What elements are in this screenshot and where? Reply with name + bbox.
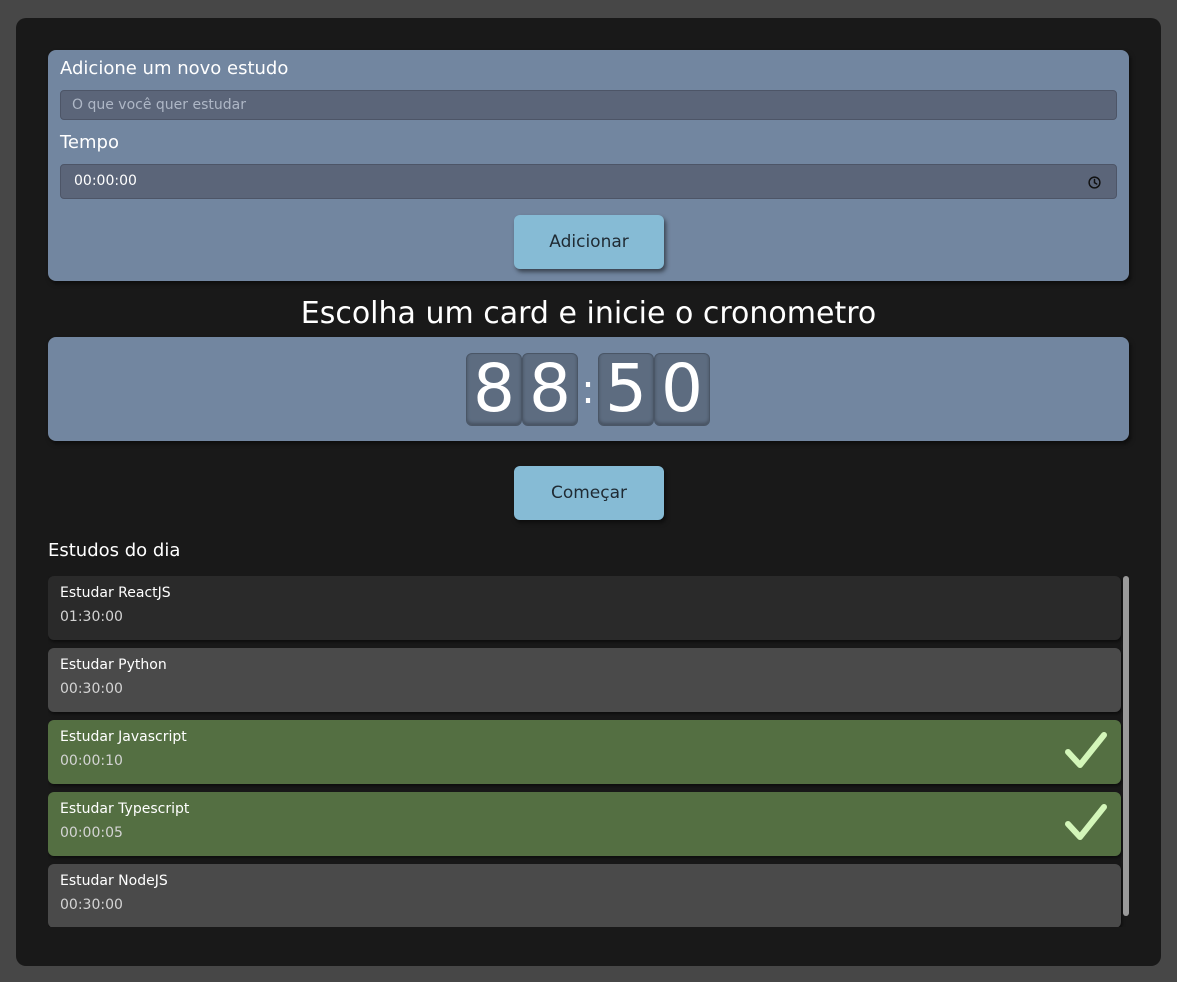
time-value: 00:00:00	[74, 173, 137, 189]
timer-digit-minute-ones: 8	[522, 353, 578, 426]
study-card-time: 00:30:00	[60, 897, 123, 913]
timer-heading: Escolha um card e inicie o cronometro	[300, 296, 877, 331]
study-card-python[interactable]: Estudar Python 00:30:00	[48, 648, 1121, 712]
study-card-time: 00:30:00	[60, 681, 123, 697]
study-card-title: Estudar ReactJS	[60, 585, 171, 601]
study-card-javascript[interactable]: Estudar Javascript 00:00:10	[48, 720, 1121, 784]
timer-display: 8 8 : 5 0	[466, 353, 710, 426]
timer-digit-minute-tens: 8	[466, 353, 522, 426]
timer-digit-second-ones: 0	[654, 353, 710, 426]
timer-separator: :	[581, 366, 595, 413]
study-card-title: Estudar NodeJS	[60, 873, 168, 889]
add-button[interactable]: Adicionar	[514, 215, 664, 269]
study-card-title: Estudar Typescript	[60, 801, 190, 817]
study-card-time: 01:30:00	[60, 609, 123, 625]
study-list-title: Estudos do dia	[48, 540, 181, 561]
start-button[interactable]: Começar	[514, 466, 664, 520]
app-container: Adicione um novo estudo Tempo 00:00:00 A…	[16, 18, 1161, 966]
study-card-title: Estudar Python	[60, 657, 167, 673]
study-card-reactjs[interactable]: Estudar ReactJS 01:30:00	[48, 576, 1121, 640]
study-card-title: Estudar Javascript	[60, 729, 187, 745]
clock-icon[interactable]	[1088, 176, 1101, 189]
time-input[interactable]: 00:00:00	[60, 164, 1117, 199]
time-label: Tempo	[60, 132, 119, 153]
new-study-form: Adicione um novo estudo Tempo 00:00:00 A…	[48, 50, 1129, 281]
study-card-typescript[interactable]: Estudar Typescript 00:00:05	[48, 792, 1121, 856]
study-label: Adicione um novo estudo	[60, 58, 289, 79]
study-list-scrollbar[interactable]	[1123, 576, 1129, 916]
timer-panel: 8 8 : 5 0	[48, 337, 1129, 441]
study-card-time: 00:00:10	[60, 753, 123, 769]
study-card-time: 00:00:05	[60, 825, 123, 841]
study-list: Estudar ReactJS 01:30:00 Estudar Python …	[48, 576, 1129, 927]
checkmark-icon	[1065, 732, 1107, 768]
study-card-nodejs[interactable]: Estudar NodeJS 00:30:00	[48, 864, 1121, 927]
timer-digit-second-tens: 5	[598, 353, 654, 426]
study-input[interactable]	[60, 90, 1117, 120]
checkmark-icon	[1065, 804, 1107, 840]
